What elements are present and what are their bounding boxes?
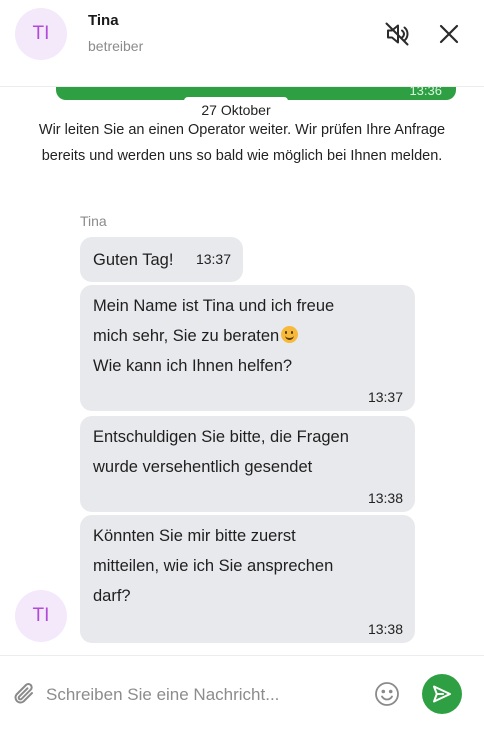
smiley-icon	[375, 682, 399, 706]
agent-avatar: TI	[15, 590, 67, 642]
close-button[interactable]	[434, 18, 464, 50]
message-text-line: mich sehr, Sie zu beraten	[93, 327, 280, 345]
agent-role: betreiber	[88, 38, 144, 54]
send-icon	[433, 685, 451, 703]
close-icon	[439, 24, 459, 44]
attach-button[interactable]	[12, 680, 38, 708]
message-bubble: Mein Name ist Tina und ich freue mich seh…	[80, 285, 415, 411]
chat-header: TI Tina betreiber	[0, 0, 484, 87]
mute-button[interactable]	[382, 18, 412, 50]
sender-name: Tina	[80, 213, 107, 229]
message-input[interactable]	[44, 678, 368, 712]
agent-avatar: TI	[15, 8, 67, 60]
message-list[interactable]: 13:36 27 Oktober Wir leiten Sie an einen…	[0, 86, 484, 655]
send-button[interactable]	[422, 674, 462, 714]
speaker-muted-icon	[385, 22, 409, 46]
paperclip-icon	[14, 683, 33, 704]
message-time: 13:38	[367, 490, 403, 506]
agent-avatar-initials: TI	[32, 605, 50, 626]
message-text: Guten Tag!	[93, 251, 174, 269]
message-time: 13:36	[409, 86, 442, 98]
message-text: Könnten Sie mir bitte zuerst mitteilen, …	[93, 527, 334, 605]
message-text-line: Mein Name ist Tina und ich freue	[93, 297, 335, 315]
message-time: 13:38	[367, 621, 403, 637]
message-time: 13:37	[367, 389, 403, 405]
system-message: Wir leiten Sie an einen Operator weiter.…	[38, 122, 446, 164]
message-bubble: Entschuldigen Sie bitte, die Fragen wurd…	[80, 416, 415, 512]
message-bubble: Guten Tag! 13:37	[80, 237, 243, 282]
message-bubble: Könnten Sie mir bitte zuerst mitteilen, …	[80, 515, 415, 643]
smiling-face-emoji-icon	[281, 326, 299, 343]
message-text: Entschuldigen Sie bitte, die Fragen wurd…	[93, 428, 349, 476]
message-text: Mein Name ist Tina und ich freue mich seh…	[93, 291, 334, 381]
message-text-line: Wie kann ich Ihnen helfen?	[93, 357, 293, 375]
emoji-button[interactable]	[374, 681, 400, 707]
message-composer	[0, 655, 484, 733]
agent-avatar-initials: TI	[32, 23, 50, 44]
agent-name: Tina	[88, 12, 119, 29]
message-time: 13:37	[195, 251, 231, 267]
